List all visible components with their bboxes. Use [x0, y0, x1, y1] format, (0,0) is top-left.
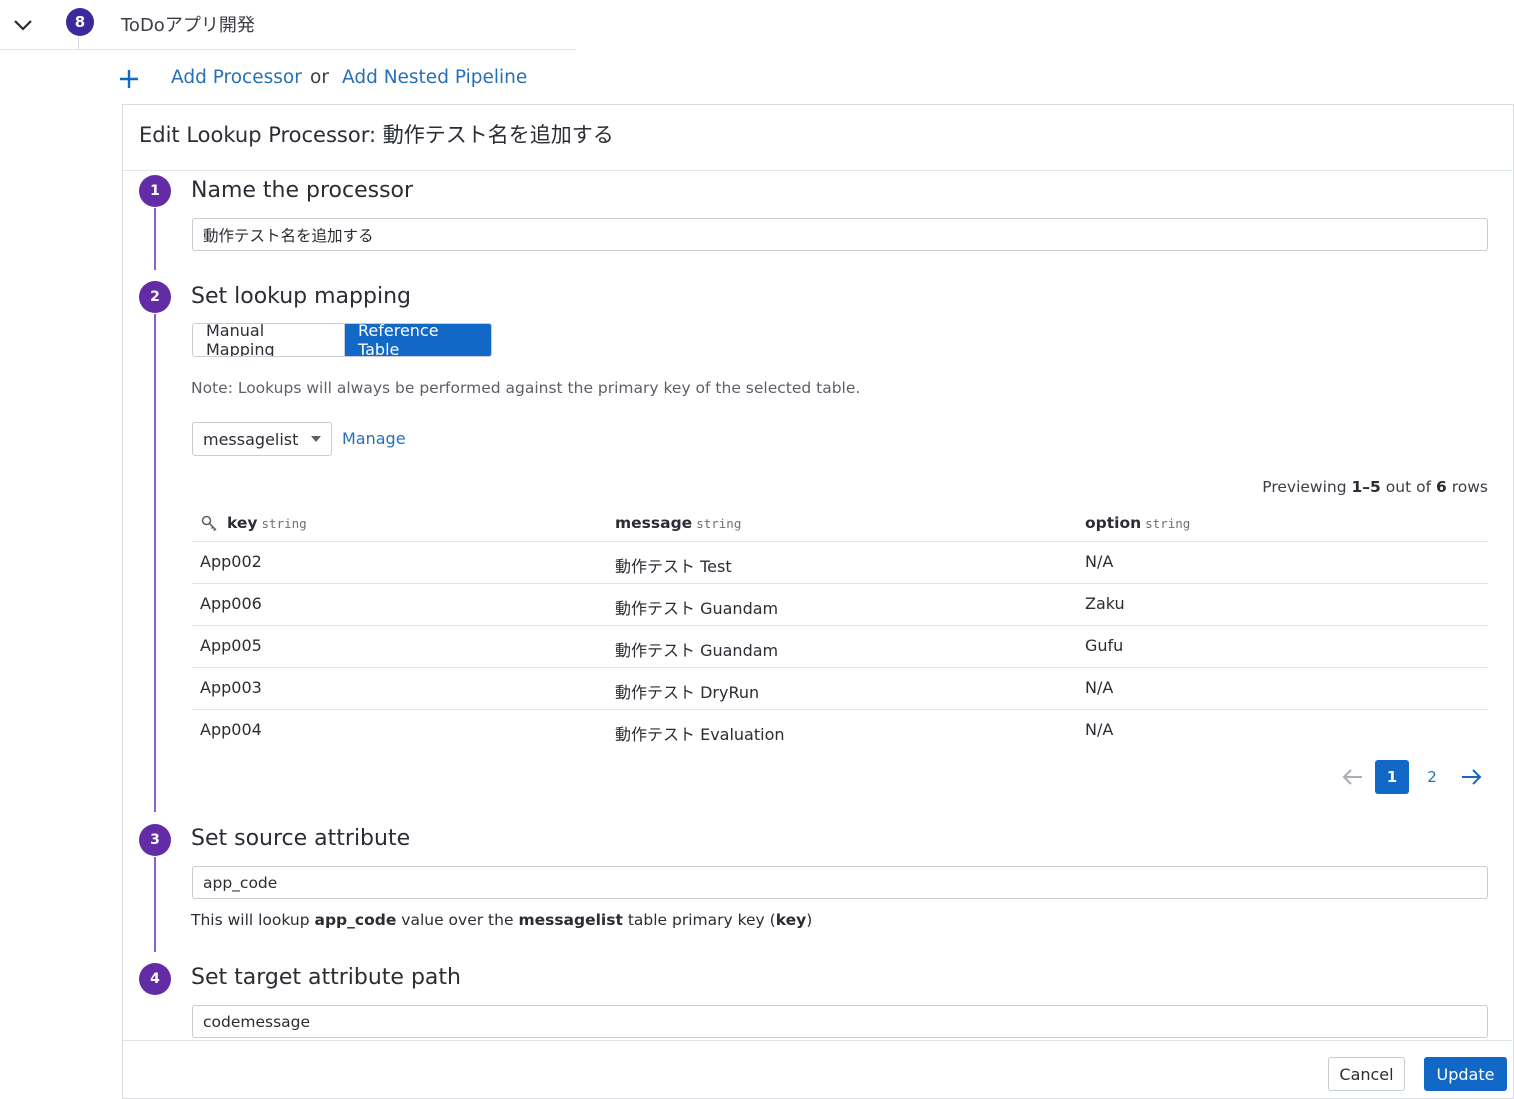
edit-processor-panel — [122, 104, 1514, 1099]
add-nested-pipeline-link[interactable]: Add Nested Pipeline — [342, 67, 527, 88]
table-cell-option: N/A — [1085, 720, 1114, 739]
table-row-divider — [192, 667, 1488, 668]
arrow-right-icon[interactable] — [1459, 765, 1483, 789]
target-attribute-input[interactable] — [192, 1005, 1488, 1038]
add-processor-link[interactable]: Add Processor — [171, 67, 302, 88]
plus-icon[interactable] — [118, 68, 140, 90]
arrow-left-icon[interactable] — [1341, 765, 1365, 789]
key-icon — [201, 515, 217, 532]
pipeline-connector — [78, 36, 79, 50]
mapping-mode-toggle: Manual Mapping Reference Table — [192, 323, 492, 357]
step-4-badge: 4 — [139, 963, 171, 995]
table-cell-message: 動作テスト Guandam — [615, 641, 779, 660]
chevron-down-icon[interactable] — [12, 14, 34, 36]
table-cell-option: N/A — [1085, 552, 1114, 571]
table-header-divider — [192, 541, 1488, 542]
table-cell-option: Gufu — [1085, 636, 1124, 655]
table-cell-key: App005 — [200, 636, 262, 655]
table-row-divider — [192, 625, 1488, 626]
table-cell-key: App002 — [200, 552, 262, 571]
step-connector — [154, 857, 156, 952]
table-cell-key: App006 — [200, 594, 262, 613]
step-3-title: Set source attribute — [191, 826, 411, 851]
source-attribute-input[interactable] — [192, 866, 1488, 899]
step-connector — [154, 208, 156, 270]
panel-title: Edit Lookup Processor: 動作テスト名を追加する — [139, 123, 614, 147]
page-1-button[interactable]: 1 — [1375, 760, 1409, 794]
pipeline-title: ToDoアプリ開発 — [121, 15, 255, 36]
page-2-button[interactable]: 2 — [1415, 760, 1449, 794]
step-1-badge: 1 — [139, 175, 171, 207]
table-cell-key: App003 — [200, 678, 262, 697]
step-2-title: Set lookup mapping — [191, 284, 411, 309]
footer-divider — [123, 1040, 1512, 1041]
table-cell-message: 動作テスト DryRun — [615, 683, 760, 702]
column-header-key: key string — [227, 514, 307, 532]
table-row-divider — [192, 583, 1488, 584]
step-2-badge: 2 — [139, 281, 171, 313]
or-text: or — [310, 67, 329, 88]
caret-down-icon — [311, 436, 321, 442]
step-connector — [154, 314, 156, 812]
table-cell-message: 動作テスト Test — [615, 557, 732, 576]
preview-count: Previewing 1–5 out of 6 rows — [1262, 478, 1488, 496]
table-cell-message: 動作テスト Guandam — [615, 599, 779, 618]
table-cell-option: N/A — [1085, 678, 1114, 697]
table-row-divider — [192, 709, 1488, 710]
cancel-button[interactable]: Cancel — [1328, 1057, 1405, 1091]
select-value: messagelist — [203, 429, 299, 449]
table-cell-key: App004 — [200, 720, 262, 739]
reference-table-button[interactable]: Reference Table — [345, 324, 491, 356]
table-cell-option: Zaku — [1085, 594, 1125, 613]
manage-link[interactable]: Manage — [342, 429, 406, 448]
processor-name-input[interactable] — [192, 218, 1488, 251]
manual-mapping-button[interactable]: Manual Mapping — [193, 324, 345, 356]
divider — [123, 170, 1512, 171]
step-1-title: Name the processor — [191, 178, 414, 203]
step-3-badge: 3 — [139, 824, 171, 856]
reference-table-select[interactable]: messagelist — [192, 422, 332, 456]
source-help-text: This will lookup app_code value over the… — [191, 911, 813, 929]
column-header-option: option string — [1085, 514, 1191, 532]
update-button[interactable]: Update — [1424, 1057, 1507, 1091]
lookup-note: Note: Lookups will always be performed a… — [191, 379, 861, 397]
step-4-title: Set target attribute path — [191, 965, 461, 990]
column-header-message: message string — [615, 514, 742, 532]
pipeline-number-badge: 8 — [66, 8, 94, 36]
table-cell-message: 動作テスト Evaluation — [615, 725, 785, 744]
